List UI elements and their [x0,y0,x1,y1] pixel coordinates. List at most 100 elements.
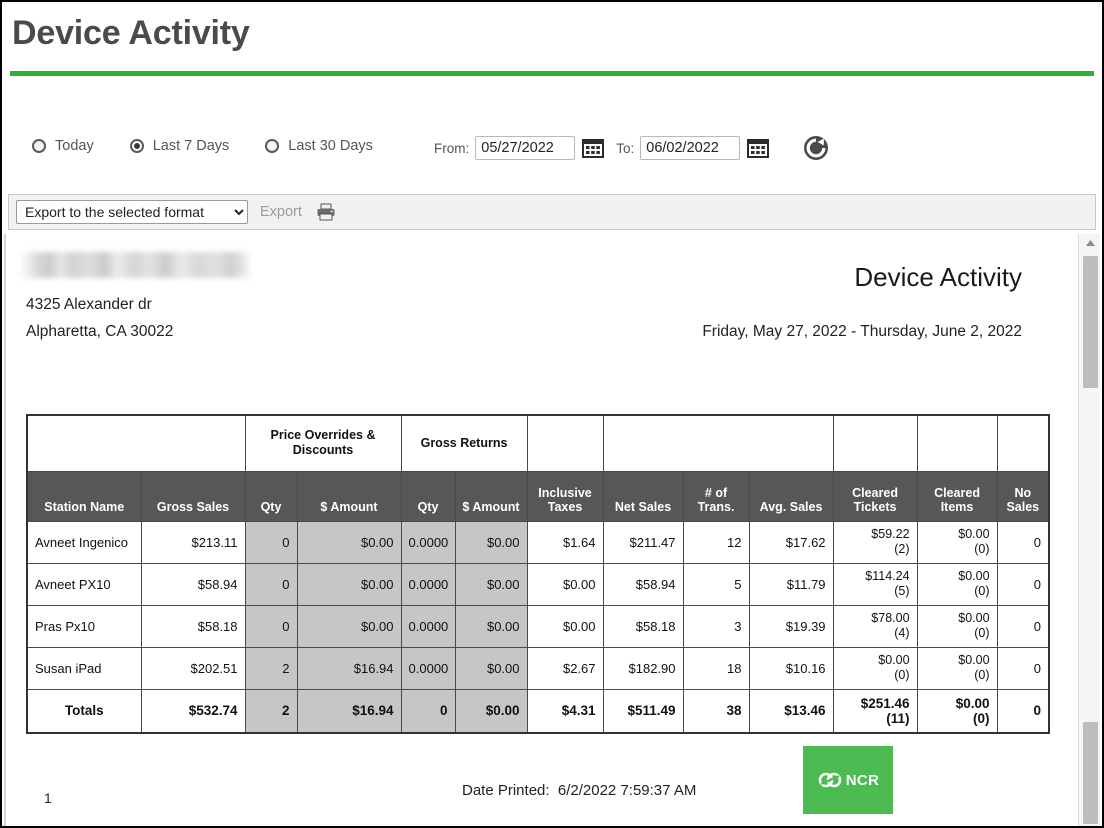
ncr-mark-icon [818,772,842,788]
cleared-items-count: (0) [974,668,990,682]
cell-totals-cleared-items: $0.00 (0) [916,688,998,734]
table-group-header-row: Price Overrides & Discounts Gross Return… [26,414,1050,472]
cell-gr-qty: 0.0000 [400,562,456,606]
radio-last-7-days-label: Last 7 Days [152,138,230,154]
cell-totals-cleared-tickets: $251.46 (11) [832,688,918,734]
table-row: Avneet PX10 $58.94 0 $0.00 0.0000 $0.00 … [26,562,1050,606]
date-range-controls: From: To: [434,135,829,161]
radio-last-30-days[interactable]: Last 30 Days [265,138,373,154]
cell-gr-qty: 0.0000 [400,520,456,564]
cell-po-amount: $0.00 [296,520,402,564]
col-gross-sales[interactable]: Gross Sales [140,470,246,522]
radio-last-7-days[interactable]: Last 7 Days [129,138,230,154]
table-row: Pras Px10 $58.18 0 $0.00 0.0000 $0.00 $0… [26,604,1050,648]
printer-icon[interactable] [316,202,336,222]
col-po-qty[interactable]: Qty [244,470,298,522]
cell-cleared-items: $0.00 (0) [916,562,998,606]
cleared-items-count: (0) [974,542,990,556]
cleared-items-amount: $0.00 [958,611,990,625]
cell-gr-amount: $0.00 [454,562,528,606]
export-toolbar: Export to the selected format Export [8,194,1096,230]
cell-station-name: Pras Px10 [26,604,142,648]
col-cleared-tickets[interactable]: Cleared Tickets [832,470,918,522]
cleared-items-amount: $0.00 [958,527,990,541]
cleared-tickets-count: (4) [894,626,910,640]
cell-no-sales: 0 [996,604,1050,648]
col-cleared-items[interactable]: Cleared Items [916,470,998,522]
from-calendar-icon[interactable] [582,137,605,159]
to-calendar-icon[interactable] [747,137,770,159]
cleared-items-count: (0) [974,584,990,598]
radio-dot-selected-icon [129,139,144,153]
page-header: Device Activity [2,2,1102,74]
device-activity-table: Price Overrides & Discounts Gross Return… [26,414,1051,734]
cell-po-amount: $0.00 [296,562,402,606]
cell-po-qty: 0 [244,604,298,648]
group-header-price-overrides: Price Overrides & Discounts [244,414,402,472]
export-format-select[interactable]: Export to the selected format [16,200,248,224]
scrollbar-thumb[interactable] [1083,256,1098,388]
cell-gross-sales: $213.11 [140,520,246,564]
totals-cleared-tickets-count: (11) [886,710,910,726]
cell-totals-net-sales: $511.49 [602,688,684,734]
report-vertical-scrollbar[interactable] [1078,234,1100,826]
cell-gr-qty: 0.0000 [400,604,456,648]
scroll-up-arrow-icon[interactable] [1079,234,1101,252]
cell-net-sales: $58.18 [602,604,684,648]
group-header-gross-returns: Gross Returns [400,414,528,472]
cell-cleared-tickets: $59.22 (2) [832,520,918,564]
cell-gross-sales: $58.18 [140,604,246,648]
cell-totals-gross-sales: $532.74 [140,688,246,734]
cell-num-trans: 3 [682,604,750,648]
cell-cleared-tickets: $78.00 (4) [832,604,918,648]
cell-net-sales: $182.90 [602,646,684,690]
table-totals-row: Totals $532.74 2 $16.94 0 $0.00 $4.31 $5… [26,688,1050,734]
export-button[interactable]: Export [260,204,302,220]
cell-inclusive-taxes: $0.00 [526,562,604,606]
cell-gr-amount: $0.00 [454,646,528,690]
totals-cleared-tickets-amount: $251.46 [860,695,910,711]
ncr-logo: NCR [803,746,893,814]
to-label: To: [616,140,635,156]
cell-totals-po-amount: $16.94 [296,688,402,734]
cell-gr-amount: $0.00 [454,520,528,564]
to-date-input[interactable] [640,136,741,160]
cell-cleared-tickets: $0.00 (0) [832,646,918,690]
radio-today-label: Today [55,138,94,154]
cell-totals-gr-amount: $0.00 [454,688,528,734]
col-net-sales[interactable]: Net Sales [602,470,684,522]
device-activity-table-wrap: Price Overrides & Discounts Gross Return… [26,414,1051,734]
cell-num-trans: 18 [682,646,750,690]
cell-avg-sales: $17.62 [748,520,834,564]
col-gr-qty[interactable]: Qty [400,470,456,522]
cell-po-amount: $0.00 [296,604,402,648]
from-date-input[interactable] [475,136,576,160]
col-num-trans[interactable]: # of Trans. [682,470,750,522]
cleared-tickets-amount: $0.00 [878,653,910,667]
group-header-blank-no-sales [996,414,1050,472]
col-station-name[interactable]: Station Name [26,470,142,522]
col-inclusive-taxes[interactable]: Inclusive Taxes [526,470,604,522]
radio-today[interactable]: Today [32,138,94,154]
col-po-amount[interactable]: $ Amount [296,470,402,522]
date-preset-radio-group: Today Last 7 Days Last 30 Days [32,138,409,154]
refresh-icon[interactable] [803,135,829,161]
col-gr-amount[interactable]: $ Amount [454,470,528,522]
cell-num-trans: 12 [682,520,750,564]
report-title: Device Activity [854,262,1022,292]
group-header-blank-cleared-items [916,414,998,472]
cell-po-qty: 2 [244,646,298,690]
report-date-range: Friday, May 27, 2022 - Thursday, June 2,… [702,323,1022,340]
table-header-row: Station Name Gross Sales Qty $ Amount Qt… [26,470,1050,522]
date-printed-label: Date Printed: [462,782,550,799]
group-header-blank-left [26,414,246,472]
accent-divider [10,71,1094,76]
cell-cleared-items: $0.00 (0) [916,604,998,648]
scrollbar-thumb-lower[interactable] [1083,722,1098,824]
cell-totals-num-trans: 38 [682,688,750,734]
device-activity-page: Device Activity Today Last 7 Days Last 3… [0,0,1104,828]
cell-totals-avg-sales: $13.46 [748,688,834,734]
col-no-sales[interactable]: No Sales [996,470,1050,522]
report-page-number: 1 [44,790,52,806]
col-avg-sales[interactable]: Avg. Sales [748,470,834,522]
